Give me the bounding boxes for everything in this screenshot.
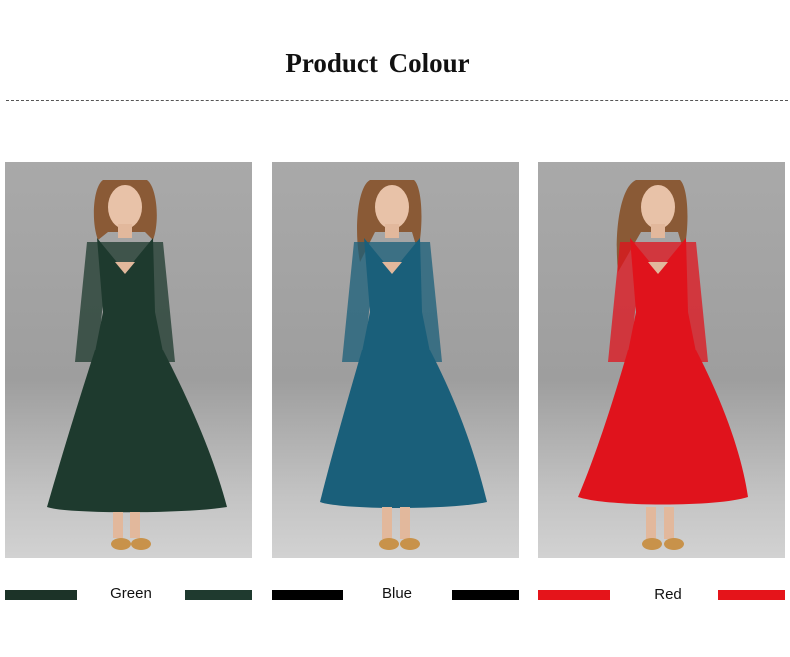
color-bar-right [185, 590, 252, 600]
model-figure [320, 180, 487, 550]
color-bar-left [5, 590, 77, 600]
model-figure [47, 180, 227, 550]
color-label-red: Red [654, 586, 682, 603]
model-figure [578, 180, 748, 550]
color-bar-left [538, 590, 610, 600]
color-label-green: Green [110, 585, 152, 602]
product-image-blue[interactable] [272, 162, 519, 558]
dashed-divider [6, 100, 788, 101]
product-image-red[interactable] [538, 162, 785, 558]
color-bar-right [452, 590, 519, 600]
color-bar-left [272, 590, 343, 600]
page-title: Product Colour [285, 48, 470, 78]
color-bar-right [718, 590, 785, 600]
product-image-green[interactable] [5, 162, 252, 558]
color-label-blue: Blue [381, 585, 413, 602]
